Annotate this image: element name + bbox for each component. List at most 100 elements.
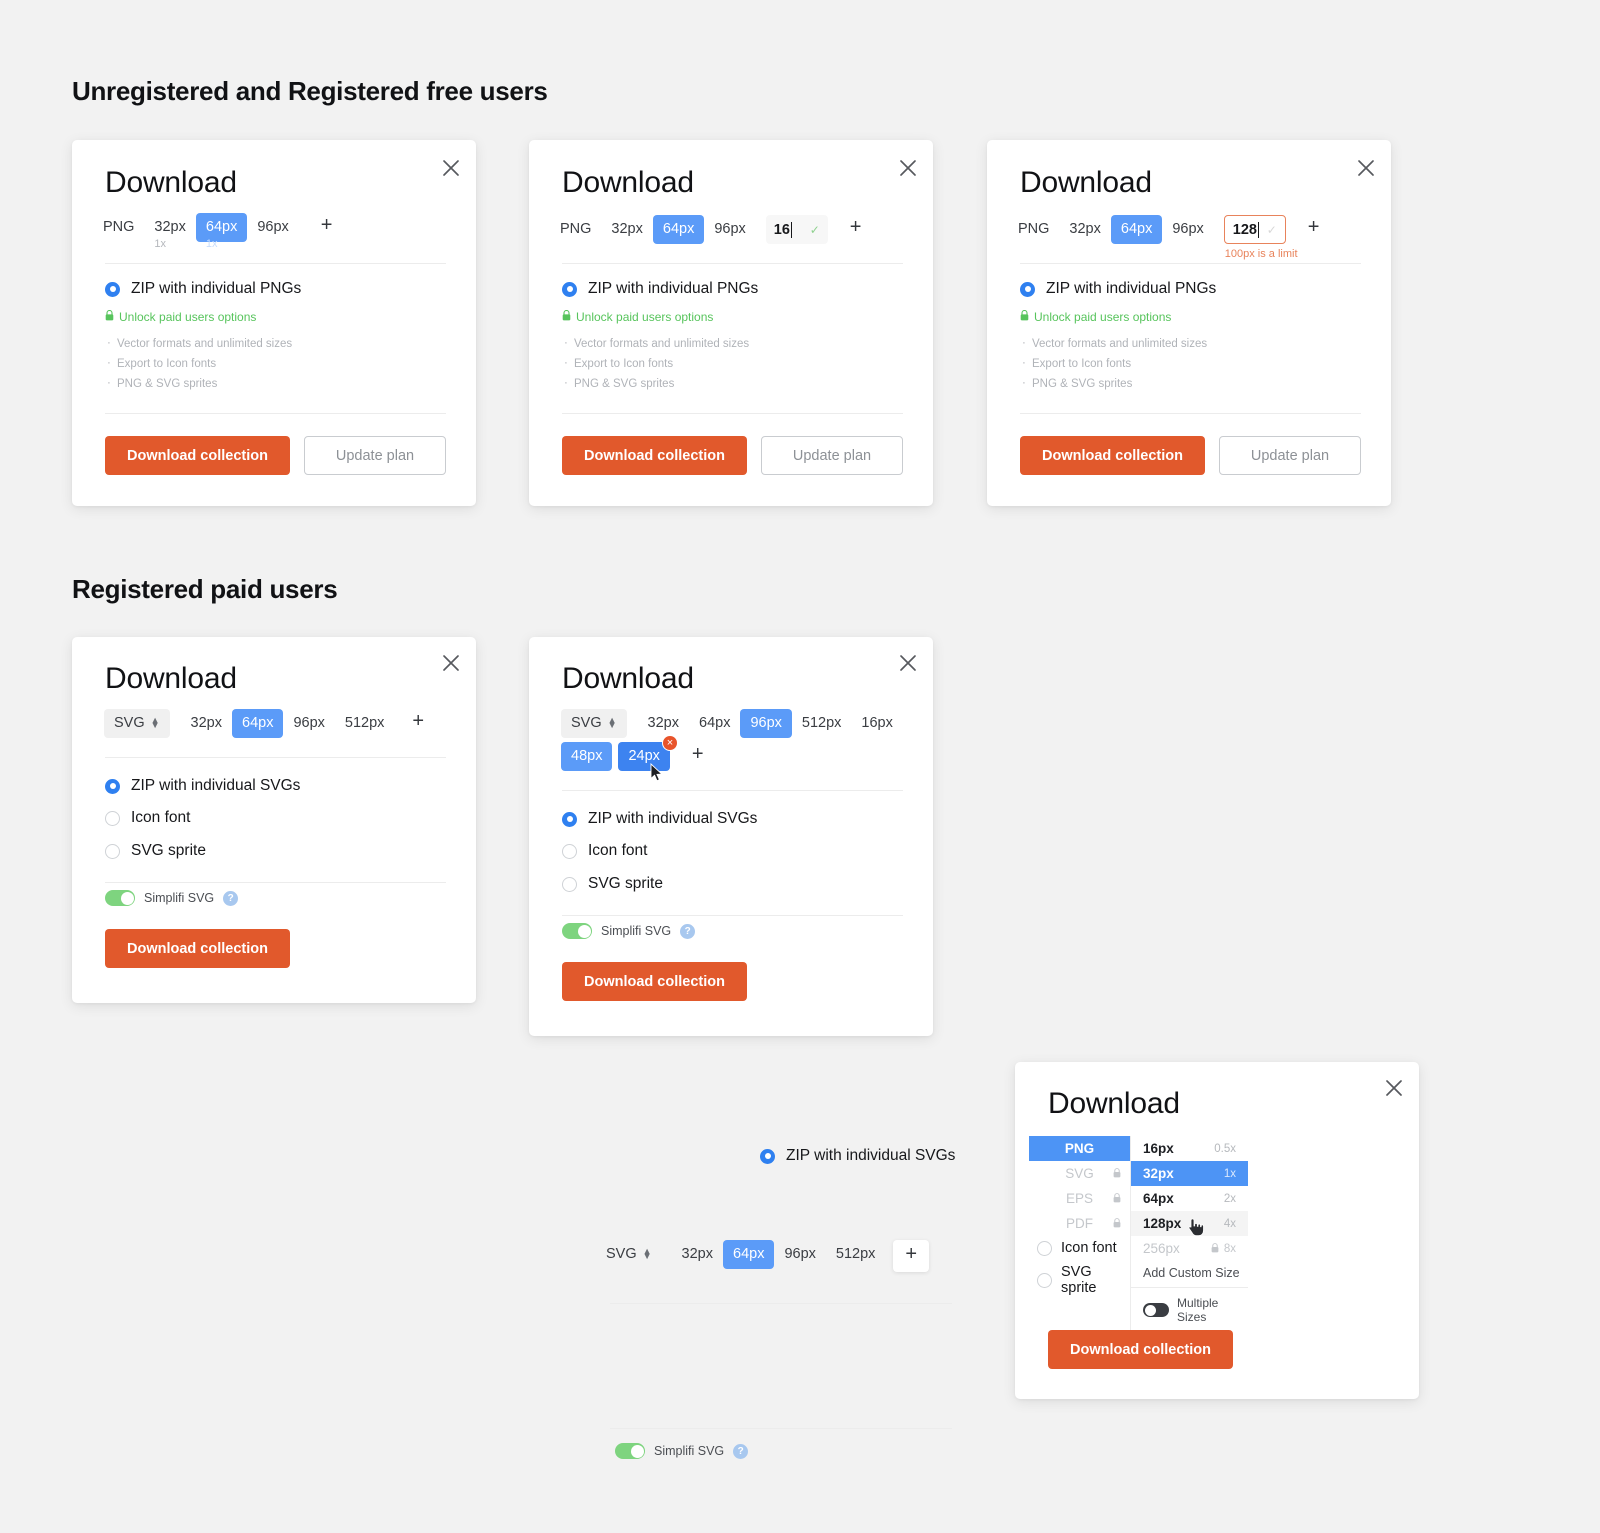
add-size-button[interactable]: + bbox=[682, 742, 714, 770]
size-chip-96[interactable]: 96px bbox=[704, 215, 755, 244]
help-icon[interactable]: ? bbox=[223, 890, 239, 906]
size-chip-32[interactable]: 32px bbox=[601, 215, 652, 244]
option-svg-sprite[interactable]: SVG sprite bbox=[105, 842, 206, 860]
download-collection-button[interactable]: Download collection bbox=[562, 962, 747, 1001]
size-chip-96[interactable]: 96px bbox=[247, 213, 298, 242]
download-collection-button[interactable]: Download collection bbox=[105, 436, 290, 475]
lock-icon bbox=[1020, 309, 1029, 324]
option-icon-font[interactable]: Icon font bbox=[105, 809, 190, 827]
option-zip-individual-svgs[interactable]: ZIP with individual SVGs bbox=[105, 777, 300, 795]
option-icon-font[interactable]: Icon font bbox=[562, 842, 647, 860]
check-icon[interactable]: ✓ bbox=[1267, 223, 1277, 237]
add-size-button[interactable]: + bbox=[840, 215, 872, 243]
size-chip-64[interactable]: 64px bbox=[1110, 215, 1163, 244]
option-zip-individual-pngs[interactable]: ZIP with individual PNGs bbox=[1020, 280, 1216, 298]
add-size-button[interactable]: + bbox=[402, 709, 434, 737]
size-chip-512[interactable]: 512px bbox=[792, 709, 852, 738]
size-option-16[interactable]: 16px 0.5x bbox=[1131, 1136, 1248, 1161]
download-collection-button[interactable]: Download collection bbox=[562, 436, 747, 475]
option-icon-font[interactable]: Icon font bbox=[1029, 1236, 1130, 1260]
close-icon[interactable] bbox=[438, 650, 464, 676]
close-icon[interactable] bbox=[1353, 155, 1379, 181]
add-size-button[interactable]: + bbox=[311, 213, 343, 241]
size-chip-64[interactable]: 64px 1x bbox=[195, 213, 248, 250]
add-custom-size-button[interactable]: Add Custom Size bbox=[1131, 1261, 1248, 1285]
update-plan-button[interactable]: Update plan bbox=[1219, 436, 1361, 475]
unlock-paid-options-link[interactable]: Unlock paid users options bbox=[105, 309, 292, 324]
size-chip-32[interactable]: 32px bbox=[1059, 215, 1110, 244]
multiple-sizes-toggle[interactable] bbox=[1143, 1303, 1169, 1317]
size-option-64[interactable]: 64px 2x bbox=[1131, 1186, 1248, 1211]
size-selector-row: PNG 32px 64px 96px 16 ✓ + bbox=[560, 215, 871, 244]
size-chip-96[interactable]: 96px bbox=[774, 1240, 825, 1269]
format-label: PDF bbox=[1066, 1216, 1093, 1231]
option-label: ZIP with individual PNGs bbox=[1046, 280, 1217, 297]
check-icon[interactable]: ✓ bbox=[810, 223, 820, 237]
size-option-256[interactable]: 256px 8x bbox=[1131, 1236, 1248, 1261]
format-dropdown[interactable]: SVG ▲ ▼ bbox=[596, 1240, 662, 1269]
size-chip-24[interactable]: 24px × bbox=[618, 735, 678, 771]
size-chip-32[interactable]: 32px 1x bbox=[144, 213, 195, 250]
loose-option-zip-individual-svgs[interactable]: ZIP with individual SVGs bbox=[760, 1147, 955, 1165]
lock-icon bbox=[1113, 1166, 1121, 1181]
option-zip-individual-svgs[interactable]: ZIP with individual SVGs bbox=[562, 810, 757, 828]
add-size-button[interactable]: + bbox=[893, 1240, 930, 1272]
format-label[interactable]: PNG bbox=[560, 215, 601, 244]
size-chip-32[interactable]: 32px bbox=[638, 709, 689, 738]
download-collection-button[interactable]: Download collection bbox=[105, 929, 290, 968]
size-option-128[interactable]: 128px 4x bbox=[1131, 1211, 1248, 1237]
close-icon[interactable] bbox=[438, 155, 464, 181]
size-chip-64[interactable]: 64px bbox=[689, 709, 740, 738]
size-chip-sub: 1x bbox=[205, 238, 218, 250]
size-chip-32[interactable]: 32px bbox=[181, 709, 232, 738]
size-chip-48[interactable]: 48px bbox=[561, 742, 613, 771]
size-chip-96[interactable]: 96px bbox=[740, 709, 792, 738]
help-icon[interactable]: ? bbox=[733, 1443, 749, 1459]
format-dropdown[interactable]: SVG ▲ ▼ bbox=[561, 709, 627, 738]
option-zip-individual-pngs[interactable]: ZIP with individual PNGs bbox=[105, 280, 301, 298]
option-zip-individual-pngs[interactable]: ZIP with individual PNGs bbox=[562, 280, 758, 298]
help-icon[interactable]: ? bbox=[680, 923, 696, 939]
update-plan-button[interactable]: Update plan bbox=[761, 436, 903, 475]
format-option-svg[interactable]: SVG bbox=[1029, 1161, 1130, 1186]
add-size-button[interactable]: + bbox=[1298, 215, 1330, 243]
close-icon[interactable] bbox=[895, 155, 921, 181]
format-label[interactable]: PNG bbox=[1018, 215, 1059, 244]
option-svg-sprite[interactable]: SVG sprite bbox=[562, 875, 663, 893]
simplifi-svg-toggle[interactable] bbox=[615, 1443, 645, 1459]
size-chip-512[interactable]: 512px bbox=[826, 1240, 886, 1269]
download-collection-button[interactable]: Download collection bbox=[1048, 1330, 1233, 1369]
format-option-pdf[interactable]: PDF bbox=[1029, 1211, 1130, 1236]
size-option-32[interactable]: 32px 1x bbox=[1131, 1161, 1248, 1186]
unlock-paid-options-link[interactable]: Unlock paid users options bbox=[1020, 309, 1207, 324]
size-chip-96[interactable]: 96px bbox=[1162, 215, 1213, 244]
unlock-paid-options-link[interactable]: Unlock paid users options bbox=[562, 309, 749, 324]
download-collection-button[interactable]: Download collection bbox=[1020, 436, 1205, 475]
format-label[interactable]: PNG bbox=[103, 213, 144, 242]
simplifi-svg-toggle[interactable] bbox=[562, 923, 592, 939]
size-chip-32[interactable]: 32px bbox=[672, 1240, 723, 1269]
size-multiplier: 1x bbox=[1223, 1167, 1236, 1180]
divider bbox=[1131, 1287, 1248, 1288]
remove-size-icon[interactable]: × bbox=[661, 735, 678, 751]
format-dropdown[interactable]: SVG ▲ ▼ bbox=[104, 709, 170, 738]
size-chip-96[interactable]: 96px bbox=[283, 709, 334, 738]
option-svg-sprite[interactable]: SVG sprite bbox=[1029, 1260, 1130, 1300]
size-chip-64[interactable]: 64px bbox=[652, 215, 705, 244]
size-chip-64[interactable]: 64px bbox=[723, 1240, 775, 1269]
size-chip-16[interactable]: 16px bbox=[851, 709, 902, 738]
divider bbox=[105, 757, 446, 758]
custom-size-input[interactable]: 128 ✓ 100px is a limit bbox=[1223, 215, 1298, 260]
close-icon[interactable] bbox=[895, 650, 921, 676]
radio-icon bbox=[1020, 281, 1035, 297]
format-option-png[interactable]: PNG bbox=[1029, 1136, 1130, 1161]
size-chip-64[interactable]: 64px bbox=[232, 709, 284, 738]
size-multiplier: 8x bbox=[1223, 1242, 1236, 1255]
simplifi-svg-toggle[interactable] bbox=[105, 890, 135, 906]
close-icon[interactable] bbox=[1381, 1075, 1407, 1101]
format-label: SVG bbox=[1065, 1166, 1094, 1181]
size-chip-512[interactable]: 512px bbox=[335, 709, 395, 738]
format-option-eps[interactable]: EPS bbox=[1029, 1186, 1130, 1211]
custom-size-input[interactable]: 16 ✓ bbox=[765, 215, 828, 244]
update-plan-button[interactable]: Update plan bbox=[304, 436, 446, 475]
